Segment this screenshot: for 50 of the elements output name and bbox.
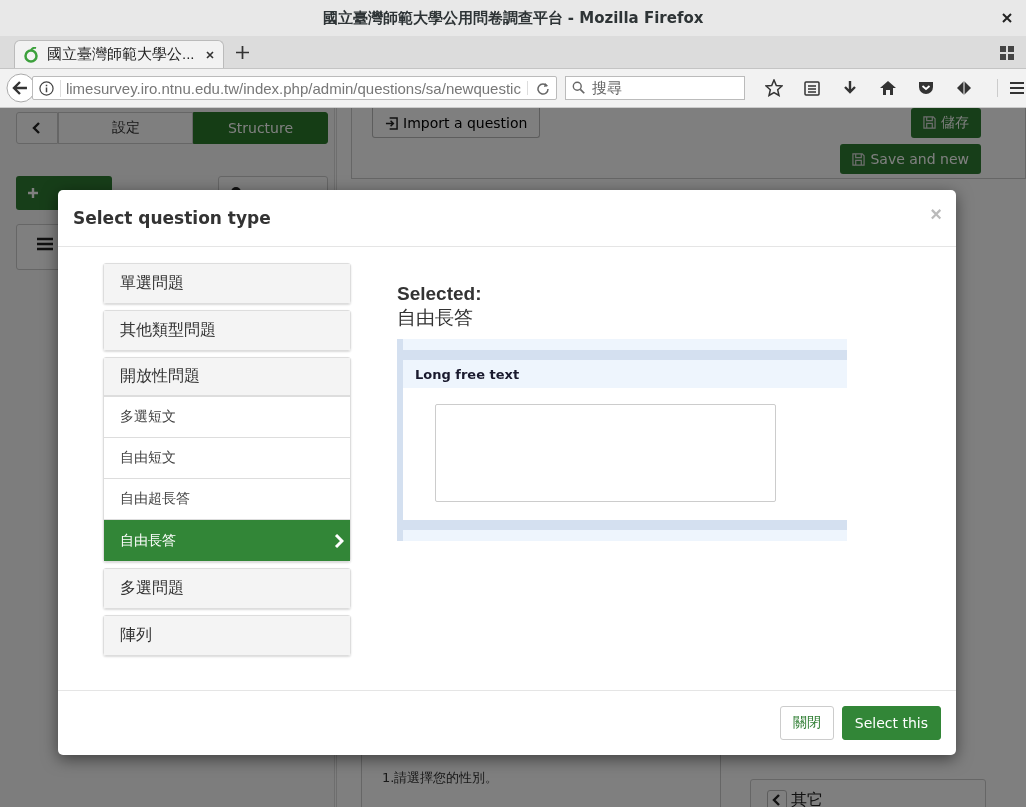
close-icon[interactable] [1002,13,1012,23]
import-icon [385,116,398,130]
selected-type: 自由長答 [397,305,474,330]
question-type-item[interactable]: 自由超長答 [104,479,350,520]
selected-heading: Selected: [397,283,483,305]
reload-icon[interactable] [527,81,551,95]
star-icon[interactable] [765,79,783,97]
tab-title: 國立臺灣師範大學公... [47,45,196,64]
pocket-icon[interactable] [917,79,935,97]
close-icon[interactable] [205,49,215,60]
new-tab-icon[interactable] [236,46,249,59]
category-header[interactable]: 開放性問題 [104,358,350,397]
shield-icon[interactable] [955,79,973,97]
save-button[interactable]: 儲存 [911,108,981,138]
dialog-title: Select question type [73,208,271,228]
back-button[interactable] [767,790,787,807]
browser-tab[interactable]: 國立臺灣師範大學公... [14,40,224,68]
menu-icon[interactable] [37,237,53,251]
search-icon [572,81,587,95]
info-icon [38,80,54,96]
reading-list-icon[interactable] [803,79,821,97]
import-button[interactable]: Import a question [372,108,541,138]
chevron-left-icon [772,794,782,806]
question-type-item[interactable]: 自由長答 [104,520,350,561]
close-button[interactable]: 關閉 [779,706,834,740]
panel-title: 其它 [791,789,823,807]
home-icon[interactable] [879,79,897,97]
search-input[interactable]: 搜尋 [590,78,735,98]
category-header[interactable]: 其他類型問題 [104,311,350,350]
search-field[interactable]: 搜尋 [565,76,745,100]
sidebar-tab[interactable]: Structure [193,112,328,144]
url-text: limesurvey.iro.ntnu.edu.tw/index.php/admin/questions/sa/newquestic [59,79,522,97]
sidebar-tab[interactable]: 設定 [58,112,193,144]
preview-label: Long free text [415,366,520,382]
select-button[interactable]: Select this [841,706,941,740]
question-text: 1.請選擇您的性別。 [382,770,499,785]
category-header[interactable]: 陣列 [104,616,350,655]
chevron-left-icon [32,122,42,134]
grid-icon[interactable] [1000,46,1014,60]
window-title: 國立臺灣師範大學公用問卷調查平台 - Mozilla Firefox [322,8,704,28]
save-and-new-button[interactable]: Save and new [840,144,981,174]
chevron-right-icon [334,533,344,548]
category-header[interactable]: 多選問題 [104,569,350,608]
lime-icon [23,46,39,63]
category-header[interactable]: 單選問題 [104,264,350,303]
back-button[interactable] [16,112,58,144]
question-type-item[interactable]: 多選短文 [104,397,350,438]
question-type-item[interactable]: 自由短文 [104,438,350,479]
plus-icon [28,188,38,198]
url-field[interactable]: limesurvey.iro.ntnu.edu.tw/index.php/admin/questions/sa/newquestic [31,76,558,100]
